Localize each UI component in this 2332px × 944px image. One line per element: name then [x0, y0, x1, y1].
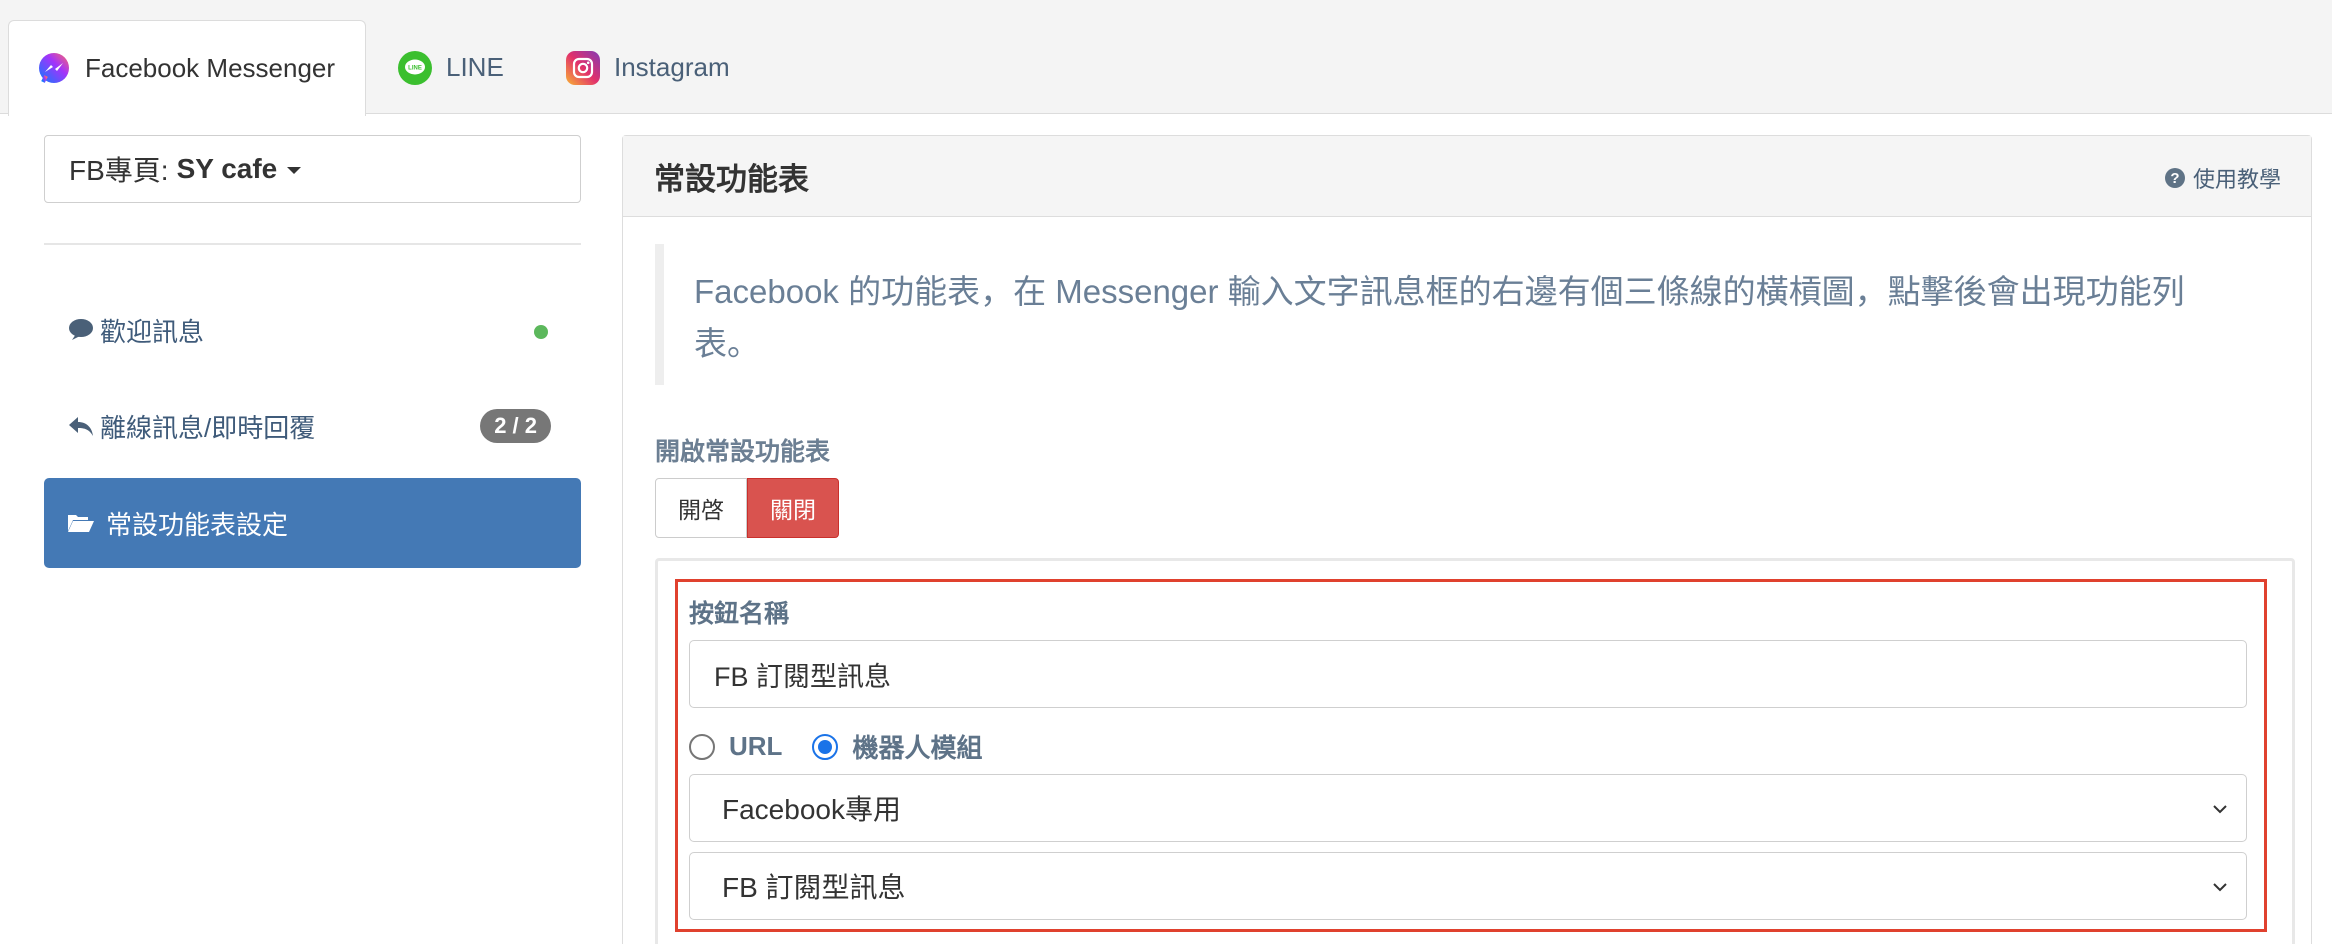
reply-icon — [66, 415, 96, 437]
radio-url[interactable] — [689, 733, 715, 760]
persistent-menu-panel: 常設功能表 ? 使用教學 Facebook 的功能表，在 Messenger 輸… — [622, 135, 2312, 944]
status-dot — [534, 325, 548, 339]
action-type-radio-group: URL 機器人模組 — [689, 728, 982, 765]
module-select[interactable]: FB 訂閱型訊息 — [689, 852, 2247, 920]
svg-text:LINE: LINE — [408, 65, 422, 71]
button-name-input[interactable] — [689, 640, 2247, 708]
tab-instagram[interactable]: Instagram — [566, 20, 730, 115]
panel-header: 常設功能表 ? 使用教學 — [623, 136, 2311, 217]
radio-url-label: URL — [729, 731, 783, 761]
instagram-icon — [566, 50, 600, 85]
tab-label: Instagram — [614, 52, 730, 82]
sidebar-item-offline-reply[interactable]: 離線訊息/即時回覆 2 / 2 — [44, 381, 581, 471]
tab-line[interactable]: LINE LINE — [398, 20, 504, 115]
panel-title: 常設功能表 — [654, 161, 809, 197]
page-selector-name: SY cafe — [176, 153, 278, 184]
caret-down-icon — [287, 166, 302, 174]
count-badge: 2 / 2 — [480, 409, 551, 443]
radio-bot-module[interactable] — [812, 733, 839, 760]
comment-icon — [66, 318, 96, 342]
tab-facebook-messenger[interactable]: Facebook Messenger — [8, 20, 366, 116]
question-circle-icon: ? — [2164, 168, 2185, 188]
tab-label: LINE — [446, 52, 504, 82]
line-icon: LINE — [398, 50, 432, 85]
sidebar-item-persistent-menu[interactable]: 常設功能表設定 — [44, 478, 581, 568]
chevron-down-icon — [2213, 883, 2227, 892]
messenger-icon — [37, 52, 71, 86]
folder-open-icon — [66, 512, 96, 534]
enable-menu-label: 開啟常設功能表 — [655, 438, 831, 466]
enable-on-button[interactable]: 開啓 — [655, 478, 747, 538]
help-link-label: 使用教學 — [2192, 167, 2281, 192]
module-select-value: FB 訂閱型訊息 — [722, 872, 906, 903]
platform-select-value: Facebook專用 — [722, 794, 901, 825]
sidebar-divider — [44, 243, 581, 245]
channel-tabbar: Facebook Messenger LINE LINE Instagram — [0, 0, 2332, 116]
sidebar-item-label: 常設功能表設定 — [106, 509, 289, 540]
page-selector-prefix: FB專頁: — [69, 155, 169, 186]
enable-off-button[interactable]: 關閉 — [747, 478, 839, 538]
sidebar-item-welcome-message[interactable]: 歡迎訊息 — [44, 285, 581, 375]
radio-bot-module-label: 機器人模組 — [852, 733, 983, 763]
sidebar-item-label: 離線訊息/即時回覆 — [100, 412, 316, 443]
enable-toggle-group: 開啓 關閉 — [655, 478, 839, 538]
chevron-down-icon — [2213, 805, 2227, 814]
sidebar-item-label: 歡迎訊息 — [100, 316, 205, 347]
button-name-label: 按鈕名稱 — [689, 600, 790, 628]
description-blockquote: Facebook 的功能表，在 Messenger 輸入文字訊息框的右邊有個三條… — [655, 244, 2275, 385]
help-tutorial-link[interactable]: ? 使用教學 — [2164, 162, 2281, 194]
platform-select[interactable]: Facebook專用 — [689, 774, 2247, 842]
tab-label: Facebook Messenger — [85, 53, 336, 83]
fb-page-selector[interactable]: FB專頁: SY cafe — [44, 135, 581, 203]
